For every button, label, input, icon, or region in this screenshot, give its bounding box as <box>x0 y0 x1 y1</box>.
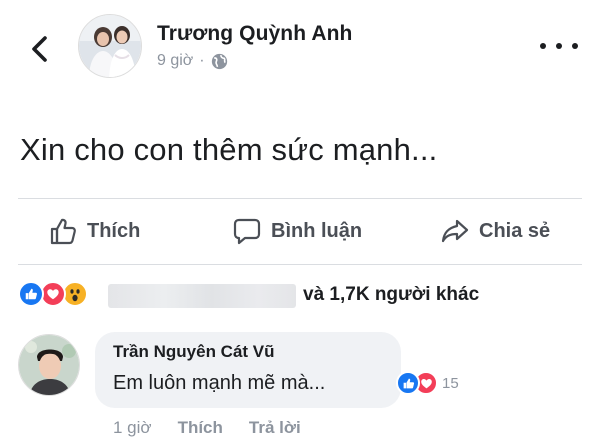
share-label: Chia sẻ <box>479 219 551 242</box>
comment-button[interactable]: Bình luận <box>232 216 362 246</box>
comment-reactions[interactable]: 15 <box>396 370 459 396</box>
post-text: Xin cho con thêm sức mạnh... <box>20 132 438 167</box>
like-button[interactable]: Thích <box>48 216 140 246</box>
reaction-icons <box>18 281 98 309</box>
meta-separator: · <box>199 52 205 69</box>
share-button[interactable]: Chia sẻ <box>440 216 550 246</box>
globe-icon <box>211 53 227 69</box>
comment-footer: 1 giờ Thích Trả lời <box>113 418 301 438</box>
comment-label: Bình luận <box>271 219 363 242</box>
post-meta: 9 giờ · <box>157 52 228 70</box>
like-reaction-icon <box>18 281 44 307</box>
post-time[interactable]: 9 giờ <box>157 52 193 70</box>
author-avatar[interactable] <box>78 14 142 78</box>
post-header: Trương Quỳnh Anh 9 giờ · <box>0 0 600 95</box>
action-bar: Thích Bình luận Chia sẻ <box>0 208 600 256</box>
chevron-left-icon <box>32 36 47 62</box>
comment-reaction-count: 15 <box>442 374 459 392</box>
comment-time: 1 giờ <box>113 418 152 437</box>
blurred-reactor-names <box>108 284 296 308</box>
comment-reply-button[interactable]: Trả lời <box>249 418 301 438</box>
divider-top <box>18 198 582 199</box>
like-label: Thích <box>87 219 141 242</box>
divider-bottom <box>18 264 582 265</box>
thumbs-up-icon <box>50 218 76 245</box>
comment-text: Em luôn mạnh mẽ mà... <box>113 372 326 394</box>
comment-like-button[interactable]: Thích <box>178 418 223 438</box>
share-arrow-icon <box>441 219 469 243</box>
comment-like-reaction-icon <box>396 371 420 395</box>
reactions-summary[interactable] <box>18 280 98 310</box>
commenter-avatar[interactable] <box>18 334 80 396</box>
more-options-button[interactable] <box>540 36 578 56</box>
more-horizontal-icon <box>540 43 546 49</box>
comment-bubble-icon <box>233 218 261 245</box>
back-button[interactable] <box>22 30 56 68</box>
reactions-others-text[interactable]: và 1,7K người khác <box>303 284 479 306</box>
commenter-name[interactable]: Trần Nguyên Cát Vũ <box>113 342 275 362</box>
author-name[interactable]: Trương Quỳnh Anh <box>157 22 352 46</box>
